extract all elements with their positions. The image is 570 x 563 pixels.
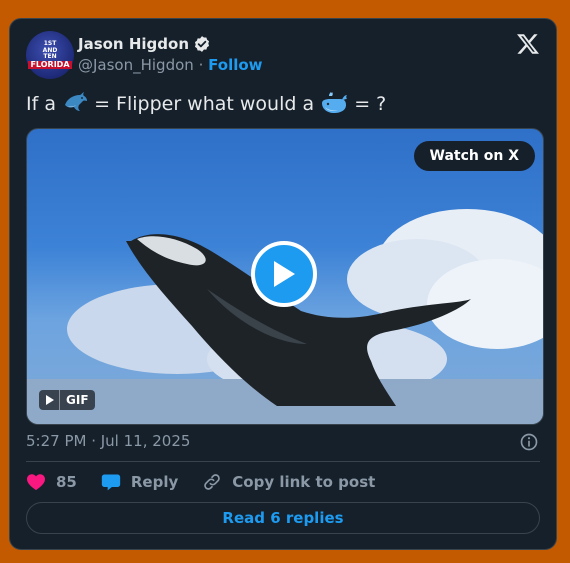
author-name[interactable]: Jason Higdon <box>78 35 189 53</box>
reply-bubble-icon <box>101 474 121 491</box>
read-replies-button[interactable]: Read 6 replies <box>26 502 540 534</box>
copy-link-button[interactable]: Copy link to post <box>202 472 375 492</box>
avatar[interactable]: 1ST AND TEN FLORIDA <box>26 31 74 79</box>
reply-button[interactable]: Reply <box>101 472 178 492</box>
x-logo-icon[interactable] <box>516 32 540 56</box>
info-icon[interactable] <box>519 432 539 452</box>
whale-emoji-icon <box>322 92 348 113</box>
divider <box>26 461 540 462</box>
play-icon <box>274 261 295 287</box>
gif-badge: GIF <box>39 390 95 410</box>
like-count: 85 <box>56 473 77 491</box>
post-timestamp[interactable]: 5:27 PM · Jul 11, 2025 <box>26 432 190 450</box>
copy-link-label: Copy link to post <box>232 473 376 491</box>
tweet-text: If a = Flipper what would a = ? <box>26 90 386 115</box>
like-button[interactable]: 85 <box>26 473 77 491</box>
gif-media[interactable]: Watch on X GIF <box>26 128 544 425</box>
action-bar: 85 Reply Copy link to post <box>26 472 399 492</box>
dolphin-emoji-icon <box>65 92 88 111</box>
play-mini-icon <box>39 390 60 410</box>
link-icon <box>204 474 221 490</box>
tweet-card: 1ST AND TEN FLORIDA Jason Higdon @Jason_… <box>9 18 557 550</box>
heart-icon <box>27 474 45 491</box>
reply-label: Reply <box>130 473 179 491</box>
separator: · <box>198 56 204 74</box>
author-handle-row: @Jason_Higdon · Follow <box>78 56 263 74</box>
author-name-row: Jason Higdon <box>78 35 211 53</box>
follow-button[interactable]: Follow <box>208 56 262 74</box>
play-button[interactable] <box>251 241 317 307</box>
author-handle[interactable]: @Jason_Higdon <box>78 56 194 74</box>
verified-badge-icon <box>194 36 210 52</box>
watch-on-x-button[interactable]: Watch on X <box>413 141 535 171</box>
